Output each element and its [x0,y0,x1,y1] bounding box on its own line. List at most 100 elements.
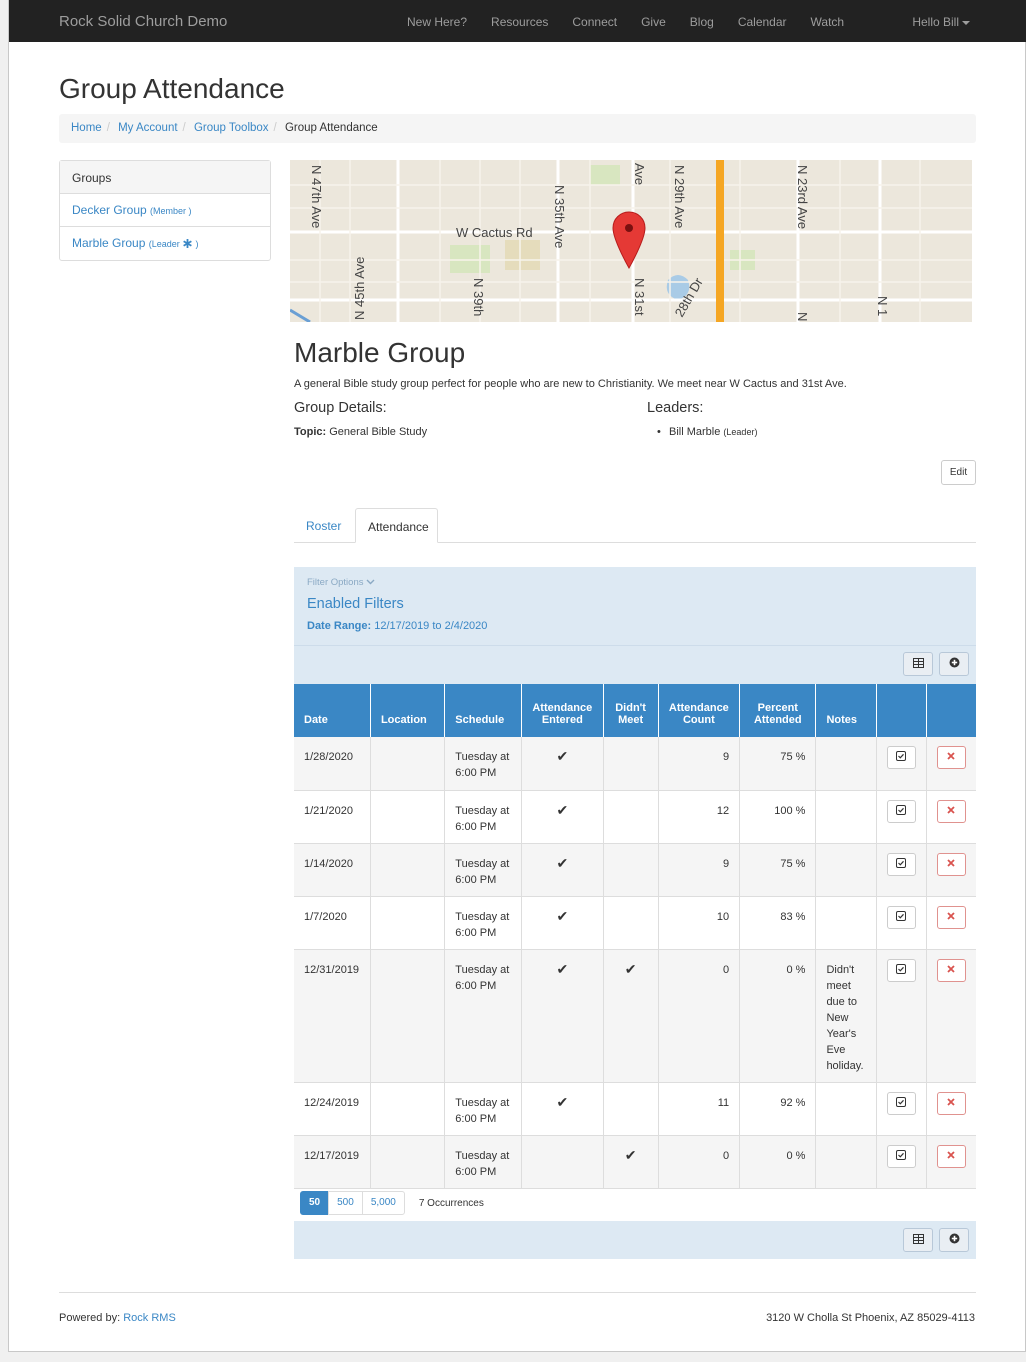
table-row[interactable]: 12/24/2019 Tuesday at 6:00 PM ✔ 11 92 % [294,1082,976,1136]
footer-divider [59,1292,976,1293]
x-icon [947,805,956,814]
cell-notes [815,737,877,791]
delete-occurrence-button[interactable] [936,958,966,982]
group-name-heading: Marble Group [294,337,466,368]
grid-filter-panel: Filter Options Enabled Filters Date Rang… [294,567,976,685]
nav-link-calendar[interactable]: Calendar [738,15,787,29]
page-size-50[interactable]: 50 [300,1191,330,1215]
grid-pager: 50 500 5,000 7 Occurrences [300,1191,484,1215]
breadcrumb-my-account[interactable]: My Account [118,122,177,134]
tab-attendance[interactable]: Attendance [355,508,438,543]
cell-location [370,896,446,950]
delete-occurrence-button[interactable] [936,746,966,769]
leader-name: Bill Marble [669,426,721,438]
sidebar-item-decker-group[interactable]: Decker Group (Member ) [60,194,270,227]
filter-options-toggle[interactable]: Filter Options [307,577,375,588]
edit-occurrence-button[interactable] [886,852,916,876]
group-role-end: ) [195,239,199,249]
checkmark-icon: ✔ [556,801,569,818]
check-square-icon [896,751,907,761]
rock-rms-link[interactable]: Rock RMS [123,1312,176,1324]
column-header-date[interactable]: Date [294,684,371,737]
column-header-percent-attended[interactable]: Percent Attended [739,684,817,737]
export-excel-button[interactable] [903,652,933,676]
add-occurrence-button[interactable] [939,1228,969,1252]
cell-percent-attended-text: 92 % [780,1096,806,1109]
check-square-icon [896,1096,907,1107]
edit-occurrence-button[interactable] [886,799,916,823]
cell-schedule-text: Tuesday at 6:00 PM [455,910,510,939]
table-row[interactable]: 12/17/2019 Tuesday at 6:00 PM ✔ 0 0 % [294,1135,976,1189]
edit-group-button[interactable]: Edit [941,460,976,485]
cell-edit [876,843,927,897]
cell-percent-attended: 0 % [739,949,817,1083]
delete-occurrence-button[interactable] [936,1144,966,1168]
nav-link-blog[interactable]: Blog [690,15,714,29]
edit-occurrence-button[interactable] [886,958,916,982]
edit-occurrence-button[interactable] [886,905,916,929]
breadcrumb-current: Group Attendance [284,122,378,134]
delete-occurrence-button[interactable] [936,799,966,823]
plus-circle-icon [949,657,959,668]
grid-header-row: Date Location Schedule Attendance Entere… [294,684,976,737]
export-excel-button[interactable] [903,1228,933,1252]
cell-didnt-meet [603,1082,659,1136]
delete-occurrence-button[interactable] [936,905,966,929]
top-navbar: Rock Solid Church Demo New Here? Resourc… [9,0,1026,42]
table-row[interactable]: 1/7/2020 Tuesday at 6:00 PM ✔ 10 83 % [294,896,976,950]
leaders-heading: Leaders: [647,400,704,416]
cell-delete [926,1135,976,1189]
column-header-schedule[interactable]: Schedule [444,684,523,737]
column-header-location[interactable]: Location [370,684,446,737]
group-description: A general Bible study group perfect for … [294,378,847,390]
table-row[interactable]: 12/31/2019 Tuesday at 6:00 PM ✔ ✔ 0 0 % Didn't… [294,949,976,1083]
page-size-500[interactable]: 500 [328,1191,363,1215]
map-label: N 1 [875,296,890,316]
delete-occurrence-button[interactable] [936,852,966,876]
map-label: W Cactus Rd [456,225,533,240]
column-header-attendance-entered[interactable]: Attendance Entered [521,684,604,737]
cell-percent-attended: 75 % [739,843,817,897]
breadcrumb-home[interactable]: Home [71,122,102,134]
breadcrumb-group-toolbox[interactable]: Group Toolbox [194,122,269,134]
map-canvas: W Cactus Rd N 47th Ave N 45th Ave N 39th… [290,160,972,322]
cell-date: 1/28/2020 [294,737,371,791]
table-row[interactable]: 1/14/2020 Tuesday at 6:00 PM ✔ 9 75 % [294,843,976,897]
check-square-icon [896,1149,907,1160]
cell-date: 1/7/2020 [294,896,371,950]
cell-attendance-count-text: 9 [723,751,730,763]
edit-occurrence-button[interactable] [886,746,916,769]
column-header-didnt-meet[interactable]: Didn't Meet [603,684,659,737]
group-location-map[interactable]: W Cactus Rd N 47th Ave N 45th Ave N 39th… [290,160,972,322]
filter-divider [294,645,976,646]
tab-roster[interactable]: Roster [294,508,353,543]
cell-date: 1/14/2020 [294,843,371,897]
cell-schedule: Tuesday at 6:00 PM [444,896,523,950]
edit-occurrence-button[interactable] [886,1144,916,1168]
sidebar-item-marble-group[interactable]: Marble Group (Leader ) [60,227,270,260]
column-header-attendance-count[interactable]: Attendance Count [658,684,741,737]
delete-occurrence-button[interactable] [936,1091,966,1115]
brand-logo-text[interactable]: Rock Solid Church Demo [59,13,227,30]
table-row[interactable]: 1/28/2020 Tuesday at 6:00 PM ✔ 9 75 % [294,737,976,791]
add-occurrence-button[interactable] [939,652,969,676]
nav-link-new-here[interactable]: New Here? [407,15,467,29]
cell-attendance-entered [521,1135,604,1189]
table-icon [912,1234,924,1244]
user-menu[interactable]: Hello Bill [912,15,970,29]
page-size-5000[interactable]: 5,000 [361,1191,405,1215]
nav-link-resources[interactable]: Resources [491,15,548,29]
cell-percent-attended: 92 % [739,1082,817,1136]
topic-value: General Bible Study [329,426,428,438]
cell-percent-attended: 75 % [739,737,817,791]
cell-edit [876,1082,927,1136]
nav-link-connect[interactable]: Connect [572,15,617,29]
table-row[interactable]: 1/21/2020 Tuesday at 6:00 PM ✔ 12 100 % [294,790,976,844]
nav-link-watch[interactable]: Watch [811,15,845,29]
cell-percent-attended-text: 83 % [780,910,806,923]
nav-link-give[interactable]: Give [641,15,666,29]
cell-didnt-meet [603,843,659,897]
caret-down-icon [962,20,970,25]
edit-occurrence-button[interactable] [886,1091,916,1115]
leader-list-item: Bill Marble (Leader) [657,426,758,438]
